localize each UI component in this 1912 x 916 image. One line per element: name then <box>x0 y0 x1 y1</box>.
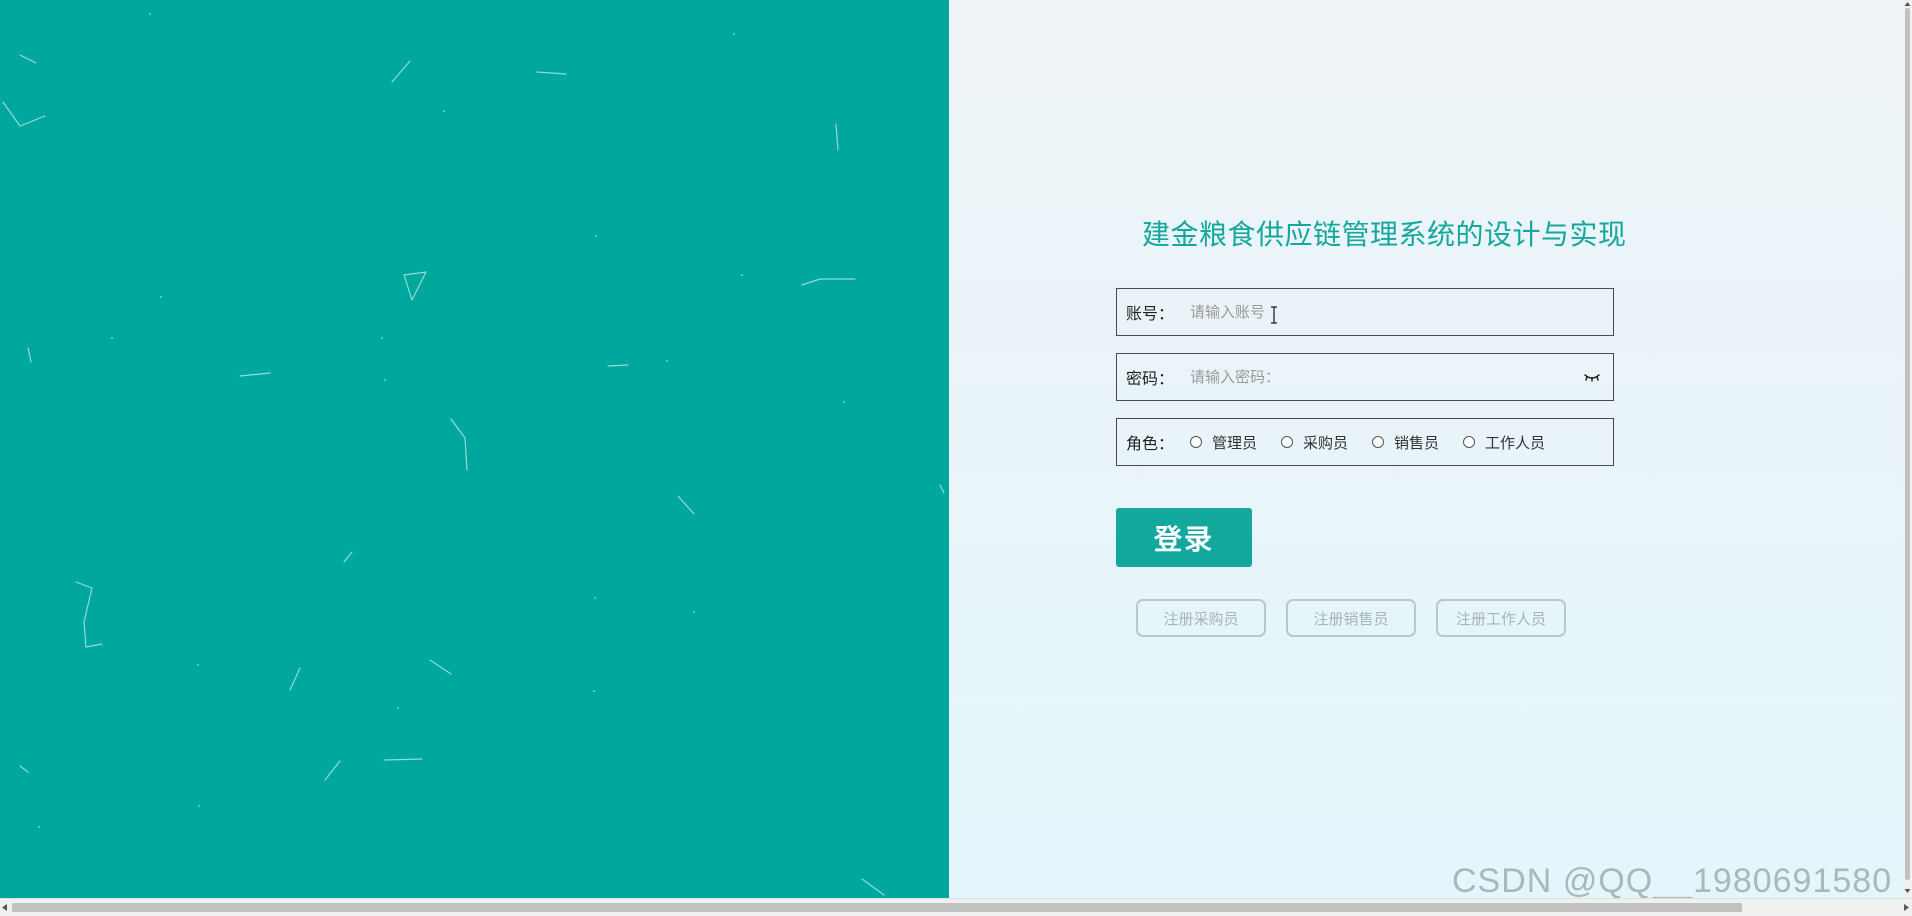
horizontal-scroll-thumb[interactable] <box>12 903 1742 912</box>
watermark: CSDN @QQ__1980691580 <box>1452 862 1893 900</box>
role-option-label: 采购员 <box>1303 433 1349 452</box>
role-option-salesperson[interactable]: 销售员 <box>1372 432 1439 453</box>
text-cursor-icon <box>1271 306 1277 324</box>
register-salesperson-button[interactable]: 注册销售员 <box>1286 599 1416 637</box>
role-option-label: 管理员 <box>1212 433 1258 452</box>
radio-button[interactable] <box>1372 436 1385 448</box>
scroll-right-arrow-icon[interactable] <box>1902 903 1910 912</box>
scroll-up-arrow-icon[interactable] <box>1904 1 1911 7</box>
horizontal-scrollbar[interactable] <box>0 898 1912 916</box>
radio-button[interactable] <box>1190 436 1202 448</box>
role-label: 角色： <box>1126 434 1175 453</box>
login-page: 建金粮食供应链管理系统的设计与实现 账号： 密码： 角色： <box>0 0 1912 916</box>
role-option-staff[interactable]: 工作人员 <box>1463 432 1545 453</box>
password-input[interactable] <box>1180 354 1583 400</box>
role-option-purchaser[interactable]: 采购员 <box>1281 432 1348 453</box>
role-option-label: 工作人员 <box>1485 433 1546 452</box>
register-staff-button[interactable]: 注册工作人员 <box>1436 599 1566 637</box>
radio-button[interactable] <box>1463 436 1476 448</box>
password-label: 密码： <box>1126 369 1175 388</box>
radio-button[interactable] <box>1281 436 1294 448</box>
vertical-scrollbar[interactable] <box>1903 0 1912 898</box>
account-field: 账号： <box>1116 288 1614 336</box>
register-purchaser-button[interactable]: 注册采购员 <box>1136 599 1266 637</box>
role-option-admin[interactable]: 管理员 <box>1190 432 1257 453</box>
login-button[interactable]: 登录 <box>1116 508 1252 567</box>
account-input[interactable] <box>1180 289 1613 335</box>
password-field: 密码： <box>1116 353 1614 401</box>
decorative-panel <box>0 0 949 898</box>
role-field: 角色： 管理员 采购员 销售员 工作人员 <box>1116 418 1614 466</box>
role-radio-group: 管理员 采购员 销售员 工作人员 <box>1190 432 1569 453</box>
vertical-scroll-thumb[interactable] <box>1905 8 1910 880</box>
eye-closed-icon[interactable] <box>1583 371 1601 383</box>
system-title: 建金粮食供应链管理系统的设计与实现 <box>1142 218 1627 251</box>
scroll-left-arrow-icon[interactable] <box>1 903 9 912</box>
particle-lines-background <box>2 13 945 896</box>
role-option-label: 销售员 <box>1394 433 1440 452</box>
account-label: 账号： <box>1126 304 1175 323</box>
scroll-down-arrow-icon[interactable] <box>1904 888 1911 894</box>
